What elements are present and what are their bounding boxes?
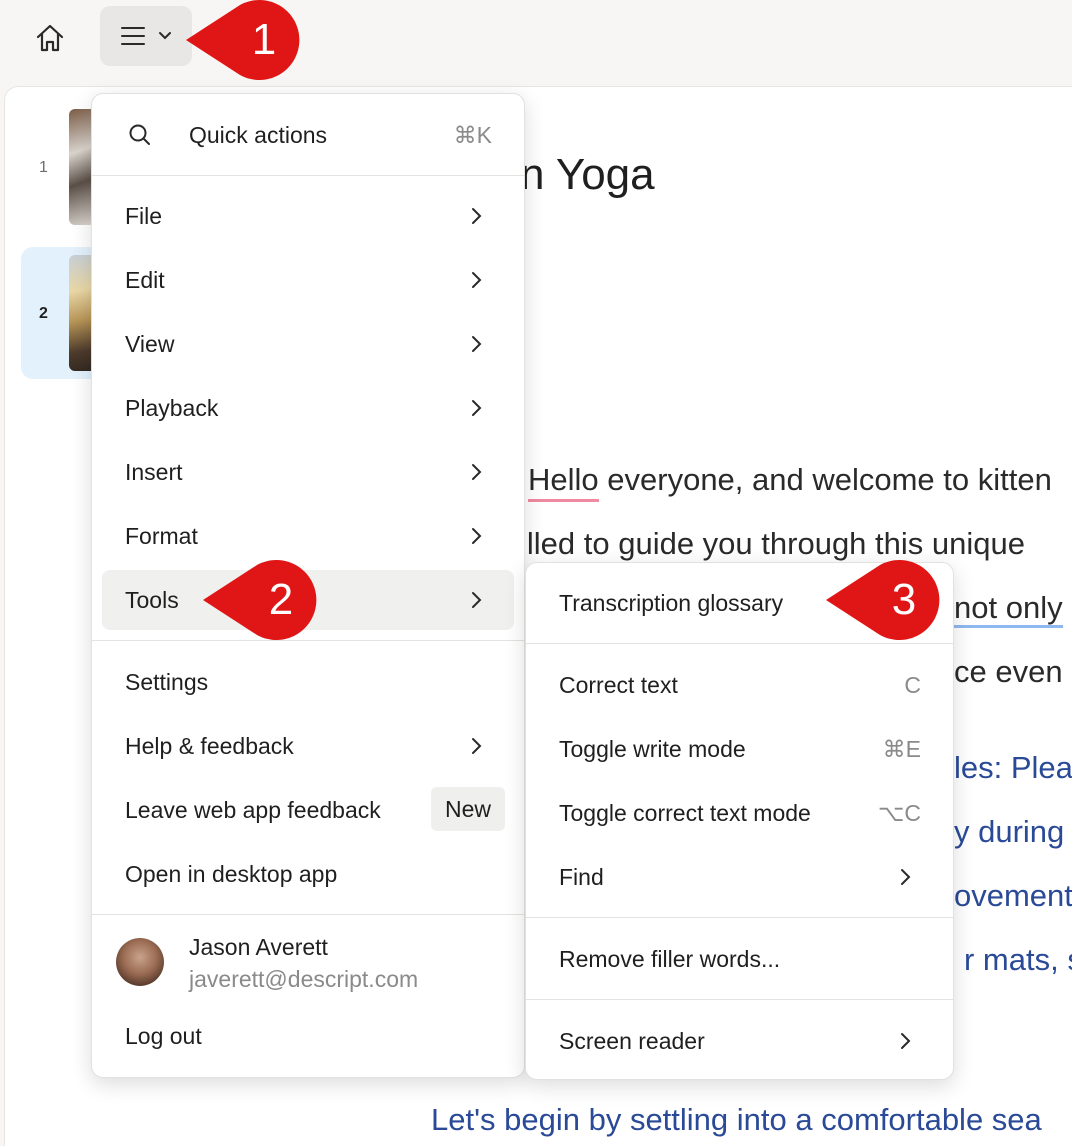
main-menu-button[interactable] xyxy=(100,6,192,66)
menu-divider xyxy=(92,640,524,641)
menu-item-playback[interactable]: Playback xyxy=(92,378,524,438)
menu-item-label: Toggle correct text mode xyxy=(559,799,811,826)
chevron-right-icon xyxy=(472,464,482,480)
document-title: n Yoga xyxy=(520,150,655,199)
transcript-line[interactable]: r mats, so xyxy=(964,942,1072,978)
avatar xyxy=(116,938,164,986)
callout-number: 1 xyxy=(251,15,277,64)
transcript-line[interactable]: y during xyxy=(954,814,1064,850)
menu-item-remove-filler[interactable]: Remove filler words... xyxy=(526,929,953,989)
transcript-line[interactable]: Hello everyone, and welcome to kitten xyxy=(528,462,1052,502)
menu-item-label: Insert xyxy=(125,458,183,485)
home-icon xyxy=(36,24,64,52)
transcript-text: everyone, and welcome to kitten xyxy=(598,462,1052,497)
menu-item-label: View xyxy=(125,330,175,357)
menu-item-format[interactable]: Format xyxy=(92,506,524,566)
menu-item-label: Settings xyxy=(125,668,209,695)
callout-badge-2: 2 xyxy=(203,560,331,640)
menu-item-label: Help & feedback xyxy=(125,732,294,759)
menu-divider xyxy=(92,175,524,176)
menu-item-label: Log out xyxy=(125,1022,202,1049)
menu-item-insert[interactable]: Insert xyxy=(92,442,524,502)
new-badge: New xyxy=(430,787,505,831)
transcript-line[interactable]: ovement xyxy=(954,878,1072,914)
menu-item-label: Tools xyxy=(125,586,179,613)
transcript-line[interactable]: les: Plea xyxy=(954,750,1072,786)
chevron-right-icon xyxy=(472,272,482,288)
menu-divider xyxy=(526,917,953,918)
chevron-right-icon xyxy=(901,1033,911,1049)
chevron-right-icon xyxy=(472,528,482,544)
hamburger-icon xyxy=(121,27,145,45)
scene-number: 1 xyxy=(39,159,48,176)
callout-badge-3: 3 xyxy=(826,560,954,640)
menu-item-label: Remove filler words... xyxy=(559,945,781,972)
menu-item-label: Format xyxy=(125,522,198,549)
shortcut-label: C xyxy=(904,671,921,698)
highlighted-word[interactable]: Hello xyxy=(528,462,599,502)
chevron-right-icon xyxy=(472,208,482,224)
menu-item-label: Edit xyxy=(125,266,165,293)
menu-item-label: Playback xyxy=(125,394,219,421)
transcript-line[interactable]: illed to guide you through this unique xyxy=(520,526,1025,562)
transcript-line[interactable]: Let's begin by settling into a comfortab… xyxy=(431,1102,1042,1138)
menu-divider xyxy=(526,643,953,644)
menu-item-find[interactable]: Find xyxy=(526,847,953,907)
menu-divider xyxy=(526,999,953,1000)
menu-item-label: Find xyxy=(559,863,604,890)
user-name: Jason Averett xyxy=(189,934,328,960)
callout-badge-1: 1 xyxy=(186,0,314,80)
home-button[interactable] xyxy=(28,18,72,58)
chevron-right-icon xyxy=(472,400,482,416)
shortcut-label: ⌘E xyxy=(882,735,921,762)
menu-item-view[interactable]: View xyxy=(92,314,524,374)
menu-item-open-desktop[interactable]: Open in desktop app xyxy=(92,844,524,904)
menu-item-label: Correct text xyxy=(559,671,678,698)
chevron-right-icon xyxy=(472,738,482,754)
menu-item-label: File xyxy=(125,202,163,229)
chevron-right-icon xyxy=(472,592,482,608)
quick-actions-shortcut: ⌘K xyxy=(453,121,492,148)
callout-number: 2 xyxy=(268,575,294,624)
menu-item-toggle-correct-mode[interactable]: Toggle correct text mode ⌥C xyxy=(526,783,953,843)
menu-item-label: Transcription glossary xyxy=(559,589,784,616)
search-icon xyxy=(129,124,150,145)
menu-item-logout[interactable]: Log out xyxy=(92,1006,524,1066)
quick-actions-label: Quick actions xyxy=(189,121,328,148)
chevron-down-icon xyxy=(159,32,171,40)
scene-number: 2 xyxy=(39,305,48,322)
menu-item-label: Screen reader xyxy=(559,1027,705,1054)
chevron-right-icon xyxy=(472,336,482,352)
menu-divider xyxy=(92,914,524,915)
menu-item-help[interactable]: Help & feedback xyxy=(92,716,524,776)
quick-actions-item[interactable]: Quick actions ⌘K xyxy=(92,105,524,165)
transcript-line[interactable]: not only xyxy=(954,590,1063,628)
menu-item-settings[interactable]: Settings xyxy=(92,652,524,712)
menu-item-label: Toggle write mode xyxy=(559,735,746,762)
menu-item-label: Leave web app feedback xyxy=(125,796,381,823)
menu-item-edit[interactable]: Edit xyxy=(92,250,524,310)
menu-item-toggle-write-mode[interactable]: Toggle write mode ⌘E xyxy=(526,719,953,779)
menu-item-screen-reader[interactable]: Screen reader xyxy=(526,1011,953,1071)
menu-item-web-feedback[interactable]: Leave web app feedback New xyxy=(92,780,524,840)
menu-item-correct-text[interactable]: Correct text C xyxy=(526,655,953,715)
chevron-right-icon xyxy=(901,869,911,885)
callout-number: 3 xyxy=(891,575,917,624)
transcript-line[interactable]: ce even m xyxy=(954,654,1072,690)
menu-item-label: Open in desktop app xyxy=(125,860,338,887)
shortcut-label: ⌥C xyxy=(877,799,921,826)
menu-item-file[interactable]: File xyxy=(92,186,524,246)
user-email: javerett@descript.com xyxy=(189,966,419,992)
